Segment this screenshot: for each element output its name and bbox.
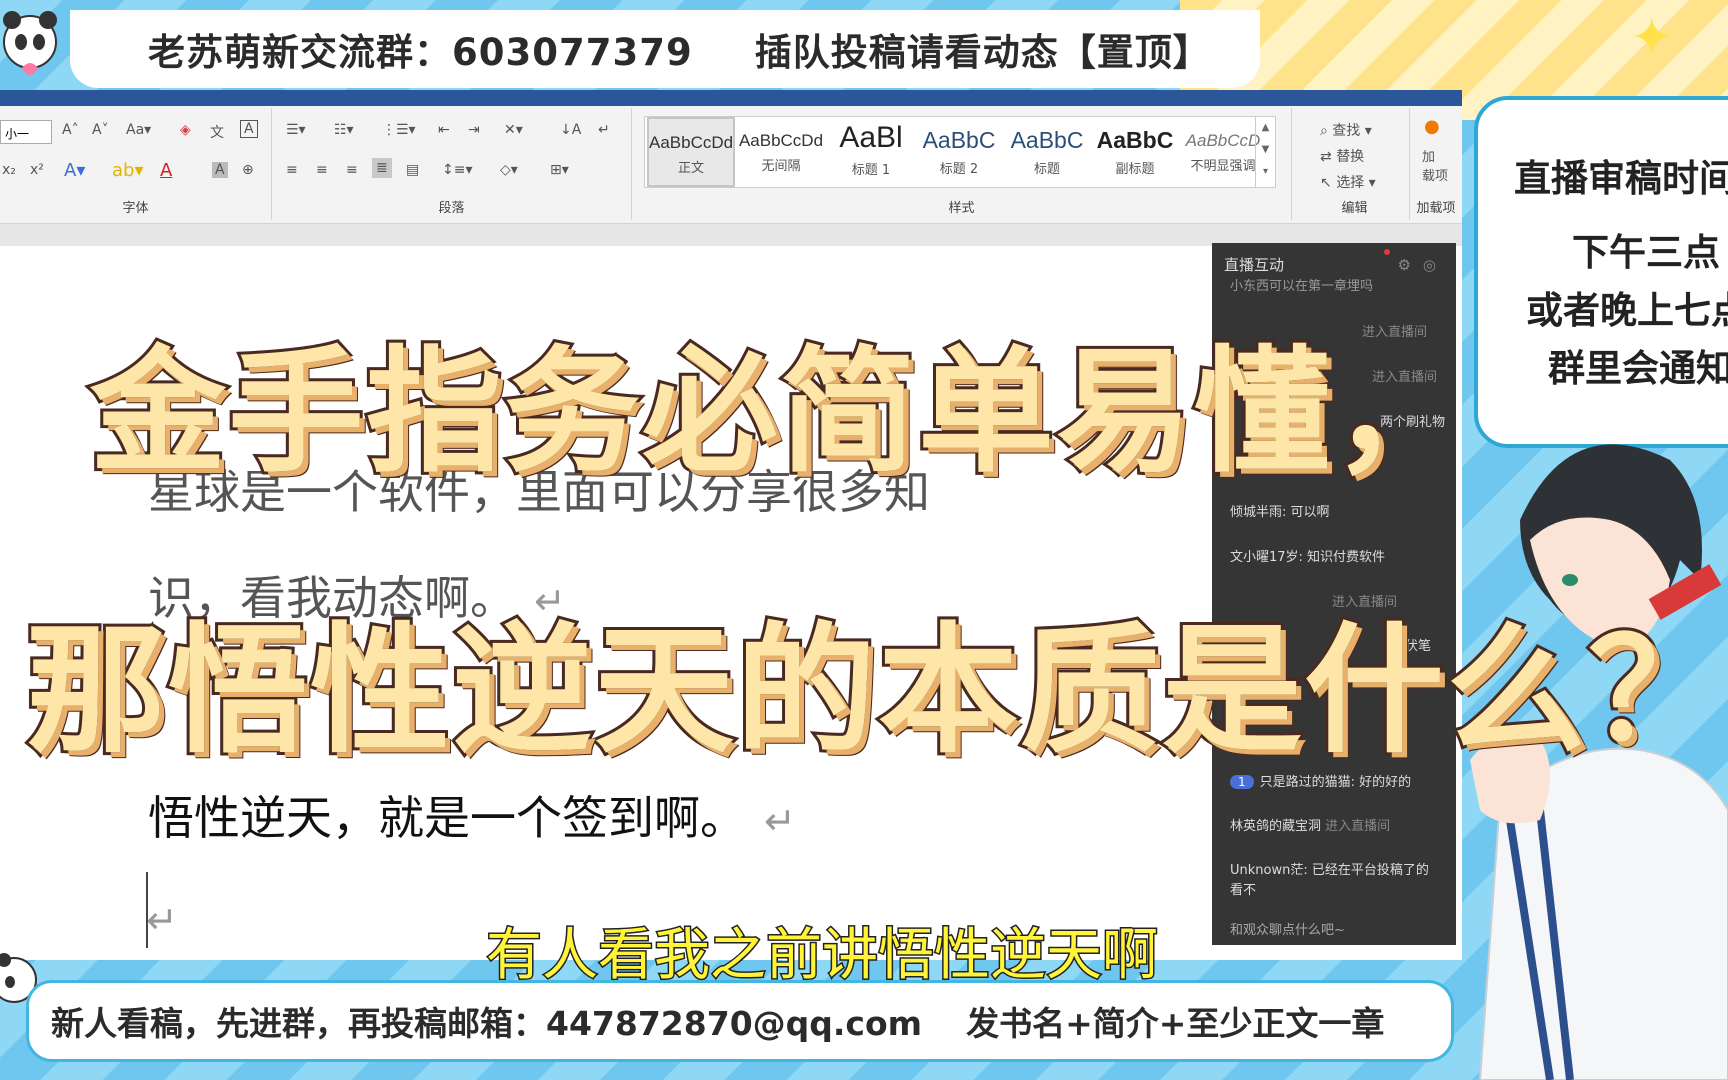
group-number-text: 老苏萌新交流群：603077379 <box>148 31 693 74</box>
chat-message: 看不 <box>1230 883 1257 898</box>
overlay-title-line-1: 金手指务必简单易懂， <box>87 331 1471 495</box>
notification-dot <box>1384 249 1390 255</box>
overlay-title-line-2: 那悟性逆天的本质是什么？ <box>23 607 1728 776</box>
superscript-icon[interactable]: x² <box>30 162 44 178</box>
panda-sticker-icon <box>3 11 57 75</box>
find-button[interactable]: ⌕ 查找 ▾ <box>1320 120 1372 140</box>
addin-group-label: 加载项 <box>1416 201 1456 216</box>
style-title[interactable]: AaBbC 标题 <box>1003 117 1091 187</box>
submission-requirements-text: 发书名+简介+至少正文一章 <box>966 1004 1385 1043</box>
show-marks-icon[interactable]: ↵ <box>598 122 610 138</box>
replace-icon: ⇄ <box>1320 149 1337 165</box>
increase-indent-icon[interactable]: ⇥ <box>468 122 480 138</box>
enclose-char-icon[interactable]: ⊕ <box>242 162 254 178</box>
sort-icon[interactable]: ↓A <box>560 122 581 138</box>
line-spacing-icon[interactable]: ↕≡▾ <box>442 162 473 178</box>
align-left-icon[interactable]: ≡ <box>286 162 298 178</box>
chat-message: 倾城半雨: 可以啊 <box>1230 505 1330 520</box>
styles-scroll[interactable]: ▲ ▼ ▾ <box>1255 117 1275 187</box>
submission-notice-text: 插队投稿请看动态【置顶】 <box>754 31 1211 74</box>
font-color-icon[interactable]: A <box>160 160 172 181</box>
star-icon: ✦ <box>1630 8 1674 68</box>
paragraph-mark: ↵ <box>146 898 178 942</box>
addin-button[interactable]: 加 载项 <box>1422 146 1448 184</box>
paragraph-group: ☰▾ ☷▾ ⋮☰▾ ⇤ ⇥ ✕▾ ↓A ↵ ≡ ≡ ≡ ≣ ▤ ↕≡▾ ◇▾ ⊞… <box>272 108 632 220</box>
style-heading-1[interactable]: AaBl 标题 1 <box>827 117 915 187</box>
search-icon: ⌕ <box>1320 123 1333 139</box>
text-effect-icon[interactable]: A▾ <box>64 160 85 181</box>
schedule-time-2: 或者晚上七点 <box>1526 289 1728 332</box>
numbering-icon[interactable]: ☷▾ <box>334 122 354 138</box>
grow-font-icon[interactable]: A˄ <box>62 122 79 138</box>
schedule-card: 直播审稿时间 下午三点 或者晚上七点 群里会通知 <box>1474 96 1728 448</box>
multilevel-list-icon[interactable]: ⋮☰▾ <box>382 122 416 138</box>
clear-format-icon[interactable]: ◈ <box>180 122 191 138</box>
replace-button[interactable]: ⇄ 替换 <box>1320 146 1364 166</box>
font-size-select[interactable]: 小一 <box>0 120 52 144</box>
style-subtitle[interactable]: AaBbC 副标题 <box>1091 117 1179 187</box>
char-border-icon[interactable]: A <box>240 120 258 138</box>
chat-message: 小东西可以在第一章埋吗 <box>1230 279 1374 294</box>
caption-subtitle: 有人看我之前讲悟性逆天啊 <box>485 922 1160 990</box>
borders-icon[interactable]: ⊞▾ <box>550 162 569 178</box>
justify-icon[interactable]: ≣ <box>372 158 392 178</box>
edit-group-label: 编辑 <box>1341 201 1368 216</box>
change-case-icon[interactable]: Aa▾ <box>126 122 151 138</box>
submission-email-text: 新人看稿，先进群，再投稿邮箱：447872870@qq.com <box>51 1004 923 1043</box>
chat-message: Unknown茫: 已经在平台投稿了的 <box>1230 863 1429 878</box>
text-cursor <box>146 872 148 948</box>
doc-line-3: 悟性逆天，就是一个签到啊。 ↵ <box>148 791 796 845</box>
font-group: 小一 A˄ A˅ Aa▾ ◈ 文 A x₂ x² A▾ ab▾ A A ⊕ 字体 <box>0 108 272 220</box>
schedule-time-1: 下午三点 <box>1572 231 1720 274</box>
title-bar <box>0 90 1462 106</box>
schedule-title: 直播审稿时间 <box>1514 157 1728 200</box>
edit-group: ⌕ 查找 ▾ ⇄ 替换 ↖ 选择 ▾ 编辑 <box>1300 108 1410 220</box>
style-normal[interactable]: AaBbCcDd 正文 <box>647 117 735 187</box>
align-center-icon[interactable]: ≡ <box>316 162 328 178</box>
select-button[interactable]: ↖ 选择 ▾ <box>1320 172 1376 192</box>
char-shading-icon[interactable]: A <box>212 162 228 178</box>
schedule-note: 群里会通知 <box>1548 347 1728 390</box>
styles-gallery: AaBbCcDd 正文 AaBbCcDd 无间隔 AaBl 标题 1 AaBbC… <box>644 116 1276 188</box>
phonetic-icon[interactable]: 文 <box>210 122 224 142</box>
paragraph-group-label: 段落 <box>438 201 465 216</box>
bullets-icon[interactable]: ☰▾ <box>286 122 306 138</box>
distributed-icon[interactable]: ▤ <box>406 162 419 178</box>
chat-tool-icons[interactable]: ⚙◎ <box>1397 243 1448 287</box>
chat-input[interactable]: 和观众聊点什么吧~ <box>1230 919 1345 938</box>
chinese-layout-icon[interactable]: ✕▾ <box>504 122 523 138</box>
font-group-label: 字体 <box>122 201 149 216</box>
highlight-icon[interactable]: ab▾ <box>112 160 144 181</box>
bottom-banner: 新人看稿，先进群，再投稿邮箱：447872870@qq.com 发书名+简介+至… <box>26 980 1454 1062</box>
chat-message: 林英鸽的藏宝洞 进入直播间 <box>1230 819 1391 834</box>
top-banner: 老苏萌新交流群：603077379 插队投稿请看动态【置顶】 <box>70 10 1260 88</box>
addin-icon[interactable]: ● <box>1424 116 1440 137</box>
ribbon: 小一 A˄ A˅ Aa▾ ◈ 文 A x₂ x² A▾ ab▾ A A ⊕ 字体… <box>0 90 1462 224</box>
doc-line-empty: ↵ <box>146 890 178 944</box>
style-heading-2[interactable]: AaBbC 标题 2 <box>915 117 1003 187</box>
subscript-icon[interactable]: x₂ <box>2 162 16 178</box>
decrease-indent-icon[interactable]: ⇤ <box>438 122 450 138</box>
style-subtle-emphasis[interactable]: AaBbCcD 不明显强调 <box>1179 117 1267 187</box>
style-no-spacing[interactable]: AaBbCcDd 无间隔 <box>737 117 825 187</box>
paragraph-mark: ↵ <box>764 799 796 843</box>
align-right-icon[interactable]: ≡ <box>346 162 358 178</box>
addin-group: ● 加 载项 加载项 <box>1410 108 1462 220</box>
chat-message: 文小曜17岁: 知识付费软件 <box>1230 550 1386 565</box>
styles-group-label: 样式 <box>948 201 975 216</box>
cursor-icon: ↖ <box>1320 175 1337 191</box>
shading-icon[interactable]: ◇▾ <box>500 162 518 178</box>
shrink-font-icon[interactable]: A˅ <box>92 122 109 138</box>
chat-title: 直播互动 <box>1224 256 1285 274</box>
